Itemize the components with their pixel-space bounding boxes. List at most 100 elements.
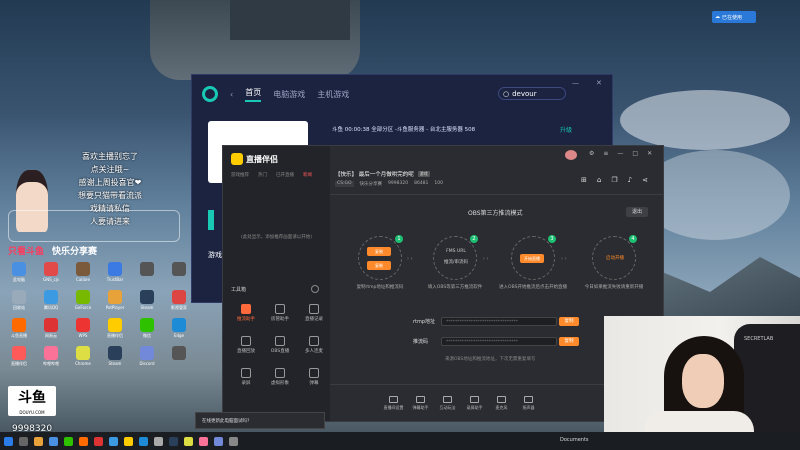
desktop-icon[interactable]: 影视管家 — [164, 290, 194, 316]
taskbar-app-icon[interactable] — [64, 436, 73, 446]
back-arrow-icon[interactable]: ‹ — [230, 90, 233, 99]
taskbar-app-icon[interactable] — [229, 436, 238, 446]
desktop-icon[interactable]: Discord — [132, 346, 162, 372]
rtmp-field[interactable]: ******************************** — [441, 317, 557, 326]
desktop-icon[interactable]: Steam — [100, 346, 130, 372]
desktop-icon[interactable]: Steam — [132, 290, 162, 316]
settings-icon[interactable]: ⚙ — [589, 150, 594, 157]
taskbar-app-icon[interactable] — [94, 436, 103, 446]
share-icon[interactable]: ⋖ — [642, 176, 648, 184]
gift-icon[interactable]: ⊞ — [581, 176, 587, 184]
app-icon — [108, 346, 122, 360]
taskbar-app-icon[interactable] — [109, 436, 118, 446]
streamer-assistant-window: 直播伴侣 游戏推荐 热门 已开直播 新闻 (此处显示，添加推荐画面请以开始) 工… — [222, 145, 664, 422]
tool-item[interactable]: 弹幕 — [297, 368, 331, 400]
tab-live[interactable]: 已开直播 — [276, 172, 294, 178]
close-icon[interactable]: ✕ — [596, 79, 602, 87]
desktop-icon[interactable]: 哔哩哔哩 — [36, 346, 66, 372]
desktop-icon[interactable]: GeForce — [68, 290, 98, 316]
bottom-toolbar-item[interactable]: 互动玩法 — [434, 395, 461, 411]
window-controls: ⚙ ≡ — □ ✕ — [589, 150, 652, 157]
bottom-toolbar-item[interactable]: 录屏助手 — [461, 395, 488, 411]
desktop-icon[interactable]: 微信 — [132, 318, 162, 344]
taskbar-app-icon[interactable] — [214, 436, 223, 446]
step-3-desc: 进入OBS开始推流后点击开始直播 — [499, 285, 567, 290]
start-live-pill[interactable]: 开始直播 — [520, 254, 544, 263]
desktop-icon[interactable]: TrustBar — [100, 262, 130, 288]
bottom-toolbar-item[interactable]: 扬声器 — [515, 395, 542, 411]
desktop-icon[interactable]: 此电脑 — [4, 262, 34, 288]
taskbar-app-icon[interactable] — [199, 436, 208, 446]
more-tools-icon[interactable] — [311, 285, 319, 293]
copy-pill[interactable]: 复制 — [367, 247, 391, 256]
minimize-icon[interactable]: — — [617, 150, 623, 157]
tab-recommend[interactable]: 游戏推荐 — [231, 172, 249, 178]
taskbar-app-icon[interactable] — [169, 436, 178, 446]
desktop-icon[interactable] — [164, 262, 194, 288]
bottom-toolbar-item[interactable]: 麦克风 — [488, 395, 515, 411]
taskbar-tooltip[interactable]: 在线更新此电脑面试吗? — [195, 412, 325, 429]
desktop-icon[interactable]: Chrome — [68, 346, 98, 372]
taskbar-app-icon[interactable] — [34, 436, 43, 446]
nav-pc-games[interactable]: 电脑游戏 — [273, 89, 305, 100]
desktop-icon[interactable]: WPS — [68, 318, 98, 344]
status-tag[interactable]: ☁ 已在使用 — [712, 11, 756, 23]
nav-home[interactable]: 首页 — [245, 87, 262, 102]
taskbar-app-icon[interactable] — [49, 436, 58, 446]
menu-icon[interactable]: ≡ — [603, 150, 608, 157]
tab-hot[interactable]: 热门 — [258, 172, 267, 178]
tool-item[interactable]: 虚拟形象 — [263, 368, 297, 400]
taskbar-app-icon[interactable] — [124, 436, 133, 446]
desktop-icon[interactable] — [132, 262, 162, 288]
tool-item[interactable]: 直播回放 — [229, 336, 263, 368]
desktop-icon[interactable]: 直播伴侣 — [100, 318, 130, 344]
tool-item[interactable]: 录屏 — [229, 368, 263, 400]
bottom-toolbar-item[interactable]: 直播间设置 — [380, 395, 407, 411]
copy-pill[interactable]: 复制 — [367, 261, 391, 270]
bottom-toolbar-item[interactable]: 弹幕助手 — [407, 395, 434, 411]
upgrade-button[interactable]: 升级 — [560, 125, 572, 134]
desktop-icon[interactable]: 腾讯QQ — [36, 290, 66, 316]
taskbar-app-icon[interactable] — [79, 436, 88, 446]
minimize-icon[interactable]: — — [572, 79, 579, 87]
exit-button[interactable]: 退出 — [626, 207, 648, 217]
room-category[interactable]: CS:GO — [335, 181, 354, 187]
taskbar-app-icon[interactable] — [154, 436, 163, 446]
desktop-icon[interactable]: PotPlayer — [100, 290, 130, 316]
app-icon — [140, 346, 154, 360]
taskbar-app-icon[interactable] — [184, 436, 193, 446]
desktop-icon[interactable]: 网易云 — [36, 318, 66, 344]
taskbar-app-icon[interactable] — [139, 436, 148, 446]
desktop-icon[interactable]: 直播伴侣 — [4, 346, 34, 372]
tool-item[interactable]: 直播记录 — [297, 304, 331, 336]
app-icon — [108, 290, 122, 304]
desktop-icon[interactable]: 回收站 — [4, 290, 34, 316]
copy-rtmp-button[interactable]: 复制 — [559, 317, 579, 326]
search-input[interactable]: ○ devour — [498, 87, 566, 100]
room-meta: CS:GO 快乐分享赛 9998320 86481 100 — [335, 181, 444, 187]
maximize-icon[interactable]: □ — [632, 150, 638, 157]
desktop-icon[interactable] — [164, 346, 194, 372]
desktop-icon[interactable]: Edge — [164, 318, 194, 344]
nav-console-games[interactable]: 主机游戏 — [317, 89, 349, 100]
tool-item[interactable]: 房管助手 — [263, 304, 297, 336]
desktop-icon[interactable]: GNS_cjs — [36, 262, 66, 288]
desktop-icon[interactable]: Calibre — [68, 262, 98, 288]
tool-item[interactable]: 多人连麦 — [297, 336, 331, 368]
lock-icon[interactable]: ⌂ — [597, 176, 601, 184]
copy-icon[interactable]: ❐ — [611, 176, 617, 184]
tool-item[interactable]: 推流助手 — [229, 304, 263, 336]
stream-key-field[interactable]: ******************************** — [441, 337, 557, 346]
avatar[interactable] — [565, 150, 577, 160]
app-icon — [12, 262, 26, 276]
close-icon[interactable]: ✕ — [647, 150, 652, 157]
app-icon — [172, 318, 186, 332]
taskbar-app-icon[interactable] — [4, 436, 13, 446]
tool-item[interactable]: OBS直播 — [263, 336, 297, 368]
documents-label[interactable]: Documents — [560, 437, 589, 443]
copy-key-button[interactable]: 复制 — [559, 337, 579, 346]
bell-icon[interactable]: ♪ — [628, 176, 632, 184]
desktop-icon[interactable]: 斗鱼直播 — [4, 318, 34, 344]
taskbar-app-icon[interactable] — [19, 436, 28, 446]
tab-news[interactable]: 新闻 — [303, 172, 312, 178]
